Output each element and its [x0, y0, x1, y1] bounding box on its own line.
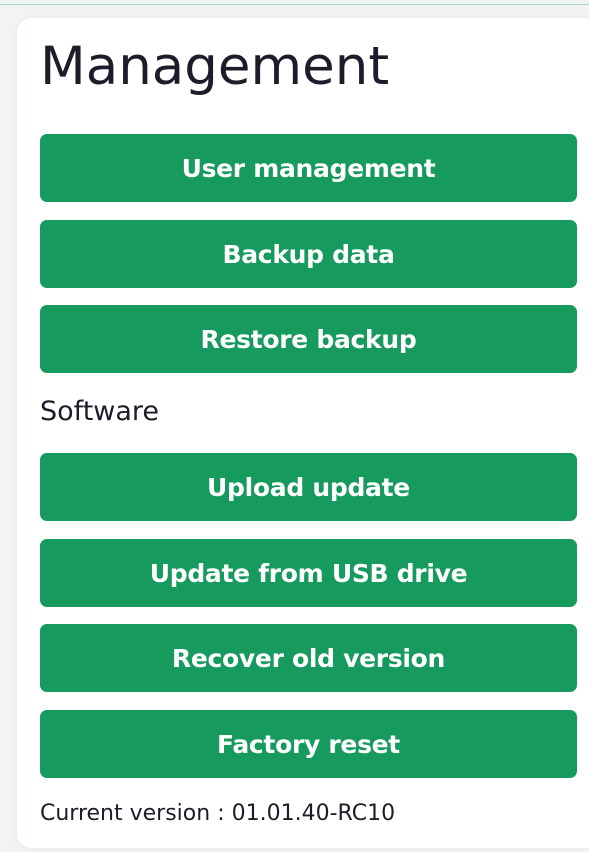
backup-data-button-label: Backup data	[222, 239, 395, 269]
upload-update-button[interactable]: Upload update	[40, 453, 577, 521]
update-from-usb-button-label: Update from USB drive	[149, 558, 468, 588]
factory-reset-button-label: Factory reset	[217, 729, 400, 759]
top-divider	[0, 4, 589, 5]
current-version-value: 01.01.40-RC10	[231, 801, 396, 826]
current-version: Current version : 01.01.40-RC10	[40, 803, 395, 825]
recover-old-version-button-label: Recover old version	[171, 643, 446, 673]
factory-reset-button[interactable]: Factory reset	[40, 710, 577, 778]
recover-old-version-button[interactable]: Recover old version	[40, 624, 577, 692]
current-version-label: Current version :	[40, 801, 225, 826]
user-management-button[interactable]: User management	[40, 134, 577, 202]
user-management-button-label: User management	[181, 153, 436, 183]
restore-backup-button[interactable]: Restore backup	[40, 305, 577, 373]
software-section-title: Software	[40, 396, 160, 427]
upload-update-button-label: Upload update	[207, 472, 410, 502]
backup-data-button[interactable]: Backup data	[40, 220, 577, 288]
update-from-usb-button[interactable]: Update from USB drive	[40, 539, 577, 607]
page-title: Management	[40, 36, 390, 97]
restore-backup-button-label: Restore backup	[200, 324, 417, 354]
